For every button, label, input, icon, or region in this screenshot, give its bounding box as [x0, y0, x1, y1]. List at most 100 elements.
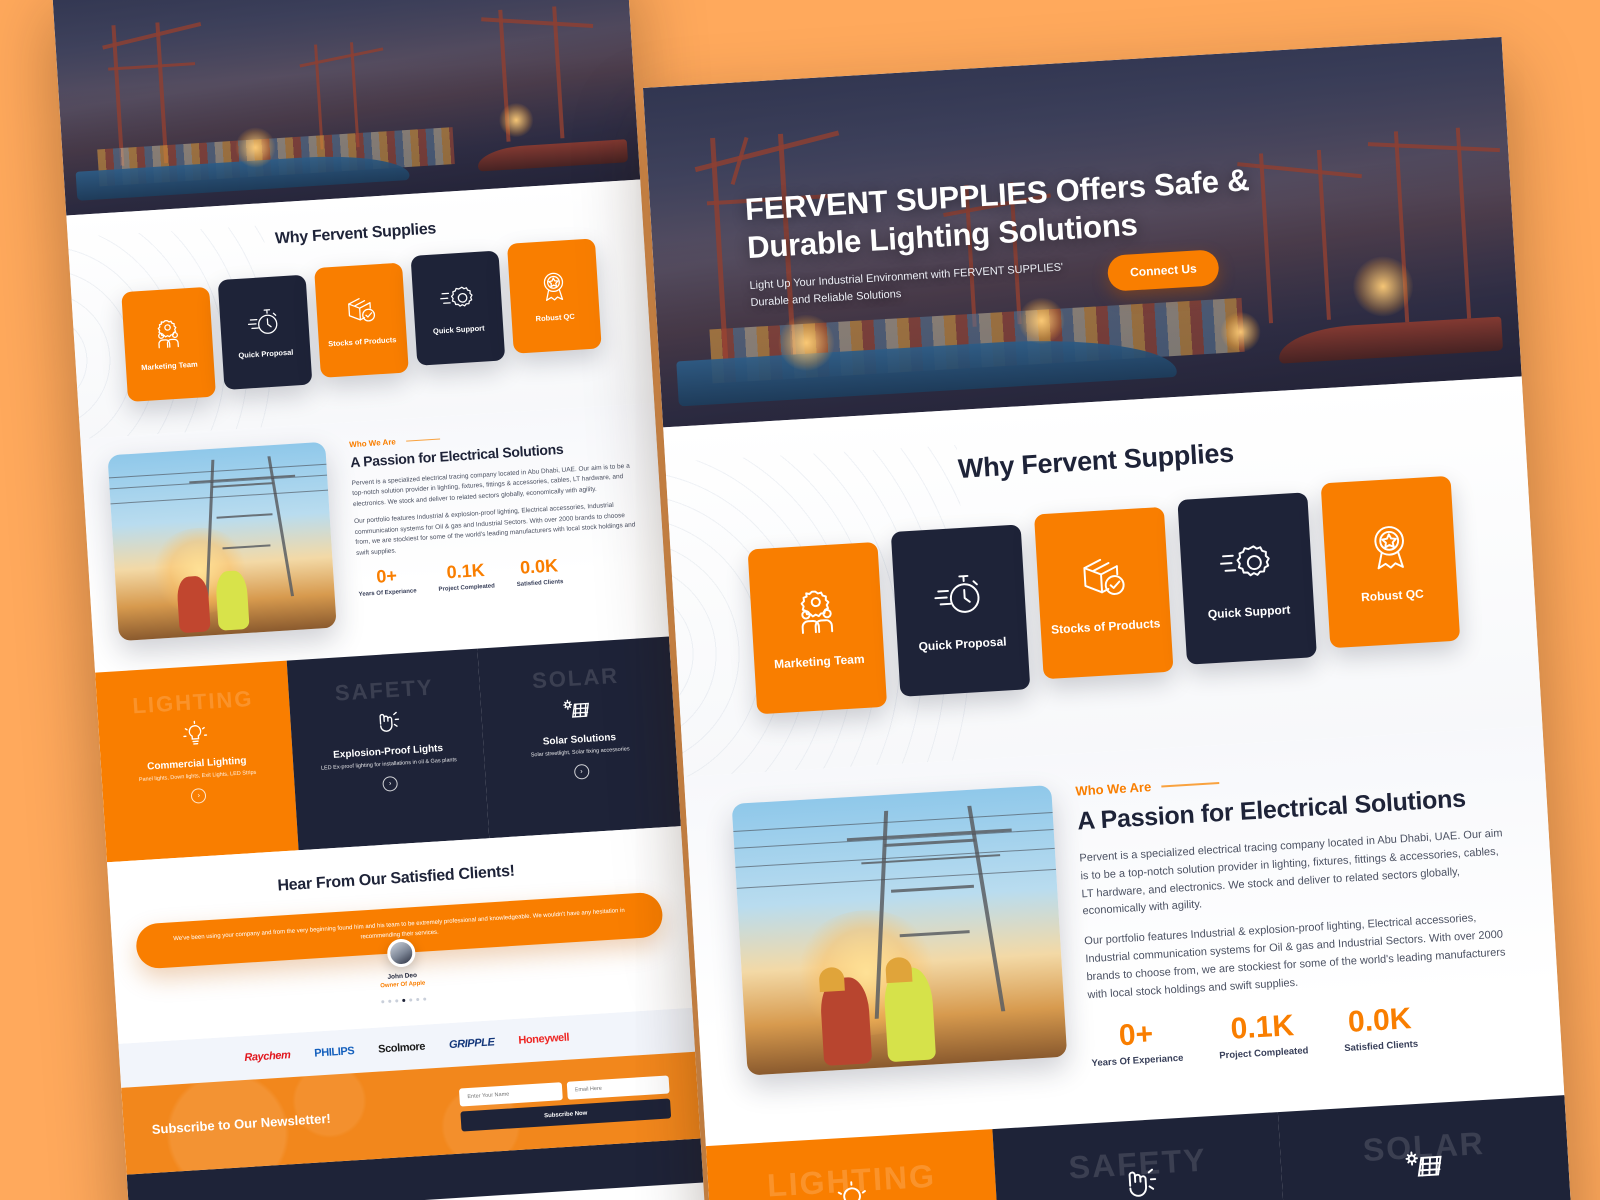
team-gear-icon [800, 590, 834, 634]
why-card-robust-qc-back[interactable]: Robust QC [506, 238, 602, 354]
bulb-icon [836, 1180, 870, 1200]
newsletter-email-input[interactable] [566, 1075, 670, 1101]
why-cards-back: Marketing Team Quick Proposal Stocks of … [70, 238, 652, 405]
carousel-dot[interactable] [388, 999, 392, 1004]
eyebrow-rule [1161, 781, 1220, 787]
stat-caption: Years Of Experiance [1091, 1052, 1184, 1069]
about-eyebrow-label: Who We Are [1075, 779, 1152, 799]
website-mockup-front: FERVENT SUPPLIES Offers Safe & Durable L… [643, 36, 1575, 1200]
why-card-label: Robust QC [1360, 586, 1425, 605]
box-check-icon [347, 298, 375, 322]
hero-section-back [52, 0, 641, 216]
stat-years: 0+ Years Of Experiance [1089, 1017, 1184, 1069]
stat-value: 0.1K [1229, 1008, 1295, 1046]
about-eyebrow-label: Who We Are [348, 437, 397, 450]
why-card-marketing-team-back[interactable]: Marketing Team [120, 286, 216, 403]
service-card-safety-back[interactable]: SAFETY Explosion-Proof Lights LED Ex-pro… [286, 648, 490, 851]
connect-us-button[interactable]: Connect Us [1107, 249, 1220, 292]
about-stats-back: 0+ Years Of Experiance 0.1K Project Comp… [357, 552, 639, 599]
why-card-label: Robust QC [535, 312, 576, 324]
service-arrow-icon[interactable]: › [382, 776, 399, 793]
team-gear-icon [157, 320, 179, 349]
about-paragraph-2: Our portfolio features Industrial & expl… [1084, 912, 1506, 1001]
service-ghost-label: SOLAR [531, 662, 620, 693]
why-card-label: Quick Support [432, 323, 485, 337]
stat-years: 0+ Years Of Experiance [357, 565, 417, 599]
service-card-lighting-back[interactable]: LIGHTING Commercial Lighting Panel light… [95, 660, 299, 863]
why-card-marketing-team[interactable]: Marketing Team [747, 541, 888, 715]
why-card-quick-support-back[interactable]: Quick Support [410, 250, 505, 366]
services-section-back: LIGHTING Commercial Lighting Panel light… [95, 636, 681, 863]
mockup-stage: Why Fervent Supplies Marketing Team Quic… [0, 0, 1600, 1200]
service-desc: Solar streetlight, Solar fixing accessor… [530, 745, 630, 759]
why-card-label: Quick Support [1207, 602, 1291, 622]
why-card-stocks-of-products-back[interactable]: Stocks of Products [313, 262, 409, 378]
hero-section: FERVENT SUPPLIES Offers Safe & Durable L… [643, 36, 1522, 428]
bulb-icon [183, 720, 207, 745]
brand-logo-philips: PHILIPS [314, 1045, 355, 1060]
why-card-quick-support[interactable]: Quick Support [1177, 492, 1317, 665]
award-badge-icon [543, 273, 563, 302]
carousel-dot[interactable] [395, 999, 399, 1003]
testimonials-section-back: Hear From Our Satisfied Clients! We've b… [107, 826, 693, 1045]
hero-content: FERVENT SUPPLIES Offers Safe & Durable L… [643, 37, 1522, 427]
why-card-stocks-of-products[interactable]: Stocks of Products [1033, 506, 1174, 680]
service-ghost-label: LIGHTING [131, 685, 255, 719]
port-illustration-back [52, 0, 640, 216]
brand-logo-honeywell: Honeywell [518, 1031, 570, 1047]
stat-caption: Project Compleated [1218, 1044, 1309, 1062]
stat-caption: Satisfied Clients [516, 579, 564, 589]
about-paragraph-1: Pervent is a specialized electrical trac… [1079, 827, 1503, 918]
why-cards: Marketing Team Quick Proposal Stocks of … [670, 475, 1539, 719]
about-text: Who We Are A Passion for Electrical Solu… [1075, 758, 1515, 1068]
carousel-dot[interactable] [423, 997, 427, 1001]
about-stats: 0+ Years Of Experiance 0.1K Project Comp… [1089, 998, 1515, 1069]
about-paragraph-2-back: Our portfolio features Industrial & expl… [353, 502, 636, 557]
newsletter-form-back: Subscribe Now [458, 1075, 672, 1132]
stat-value: 0+ [375, 565, 398, 588]
why-card-quick-proposal-back[interactable]: Quick Proposal [217, 274, 312, 390]
why-card-label: Stocks of Products [327, 335, 397, 349]
brand-logo-raychem: Raychem [244, 1049, 291, 1065]
stat-value: 0.0K [519, 555, 559, 579]
why-card-label: Marketing Team [773, 651, 865, 672]
carousel-dot[interactable] [381, 1000, 385, 1004]
stat-projects: 0.1K Project Compleated [1217, 1008, 1309, 1062]
stat-value: 0.0K [1347, 1001, 1413, 1039]
award-badge-icon [1374, 526, 1404, 570]
stat-clients: 0.0K Satisfied Clients [1342, 1001, 1419, 1054]
service-title: Solar Solutions [542, 731, 617, 748]
why-section-back: Why Fervent Supplies Marketing Team Quic… [66, 179, 655, 440]
stat-caption: Satisfied Clients [1343, 1038, 1419, 1054]
why-card-label: Stocks of Products [1050, 616, 1161, 637]
stopwatch-icon [247, 309, 277, 335]
carousel-dot[interactable] [409, 998, 413, 1002]
explosion-proof-icon [378, 711, 399, 732]
service-arrow-icon[interactable]: › [190, 788, 207, 805]
eyebrow-rule [405, 438, 440, 442]
carousel-dot[interactable] [416, 998, 420, 1002]
hero-subtext: Light Up Your Industrial Environment wit… [749, 261, 1064, 309]
service-card-solar[interactable]: SOLAR Solar Solutions Solar streetlight,… [1278, 1094, 1575, 1200]
why-card-robust-qc[interactable]: Robust QC [1320, 475, 1461, 649]
service-card-solar-back[interactable]: SOLAR Solar Solutions Solar streetlight,… [477, 636, 681, 839]
why-section: Why Fervent Supplies Marketing Team Quic… [663, 376, 1543, 777]
website-mockup-back: Why Fervent Supplies Marketing Team Quic… [52, 0, 707, 1200]
why-card-quick-proposal[interactable]: Quick Proposal [890, 524, 1031, 697]
why-card-label: Quick Proposal [238, 347, 294, 361]
brand-logo-scolmore: Scolmore [377, 1040, 426, 1056]
about-image-back [107, 441, 337, 642]
stat-caption: Years Of Experiance [358, 588, 417, 599]
testimonial-avatar-back [385, 938, 416, 969]
about-image [731, 785, 1068, 1076]
newsletter-title-back: Subscribe to Our Newsletter! [151, 1110, 332, 1137]
about-section: Who We Are A Passion for Electrical Solu… [683, 725, 1565, 1146]
newsletter-name-input[interactable] [458, 1082, 563, 1107]
carousel-dot-active[interactable] [402, 999, 406, 1003]
stopwatch-icon [934, 574, 980, 613]
why-card-label: Marketing Team [140, 359, 198, 373]
why-card-label: Quick Proposal [918, 634, 1007, 654]
stat-caption: Project Compleated [438, 583, 496, 594]
service-arrow-icon[interactable]: › [573, 764, 590, 781]
about-text-back: Who We Are A Passion for Electrical Solu… [348, 423, 639, 599]
